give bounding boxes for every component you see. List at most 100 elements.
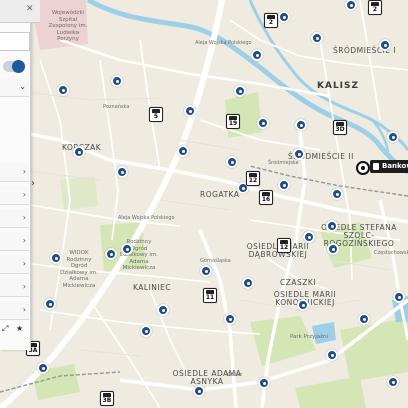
street-label: Poznańska [103,104,130,110]
bus-stop-marker[interactable] [200,265,212,277]
panel-row[interactable]: › [0,278,29,297]
bus-stop-marker[interactable] [293,148,305,160]
bus-stop-marker[interactable] [326,220,338,232]
bus-line-number: 3B [102,397,112,404]
bus-line-number: 2 [372,6,378,13]
chevron-right-icon: › [22,167,26,176]
bus-stop-marker[interactable] [258,377,270,389]
chevron-right-icon: › [22,213,26,222]
bus-line-number: 16 [261,196,271,203]
district-label: KALINIEC [133,283,172,292]
bus-line-number: 3D [335,126,345,133]
bus-vehicle-marker[interactable]: 3D [333,120,347,135]
bus-stop-marker[interactable] [157,304,169,316]
poi-label: Park Przyjaźni [289,334,329,340]
bus-stop-marker[interactable] [57,84,69,96]
bus-vehicle-marker[interactable]: 12 [277,238,291,253]
selected-stop-marker[interactable] [356,161,370,175]
bus-stop-marker[interactable] [326,349,338,361]
map-base-layer [0,0,408,408]
panel-row[interactable]: › [0,232,29,251]
poi-label: WIDOK Rodzinny Ogród Działkowy im. Adama… [59,250,99,289]
bus-stop-marker[interactable] [177,145,189,157]
bus-vehicle-marker[interactable]: 11 [203,288,217,303]
bus-stop-marker[interactable] [278,179,290,191]
bus-stop-marker[interactable] [73,146,85,158]
selected-stop-label[interactable]: Bankowa [370,160,408,173]
fullscreen-icon[interactable]: ⤢ [2,324,8,334]
chevron-right-icon: › [22,236,26,245]
bus-stop-marker[interactable] [257,117,269,129]
close-icon[interactable]: ✕ [26,4,34,14]
chevron-right-icon: › [22,259,26,268]
street-label: Śródmiejska [268,160,299,166]
bus-stop-marker[interactable] [303,231,315,243]
bus-stop-marker[interactable] [111,75,123,87]
bus-vehicle-marker[interactable]: 12 [246,171,260,186]
bus-line-number: 2 [268,19,274,26]
street-label: Częstochowska [374,250,408,256]
bus-stop-marker[interactable] [193,385,205,397]
bus-stop-marker[interactable] [393,291,405,303]
side-panel: ✕ ⌄ › › › › › › › ⤢ ★ [0,0,40,350]
bus-vehicle-marker[interactable]: 16 [259,190,273,205]
bus-stop-marker[interactable] [327,243,339,255]
panel-row[interactable]: › [0,163,29,182]
poi-label: Wojewódzki Szpital Zespolony im. Ludwika… [48,10,88,42]
bus-stop-marker[interactable] [295,119,307,131]
chevron-right-icon: › [22,190,26,199]
panel-row[interactable]: › [0,186,29,205]
layer-toggle[interactable] [3,60,25,73]
bus-stop-marker[interactable] [184,105,196,117]
bus-stop-marker[interactable] [140,325,152,337]
bus-stop-marker[interactable] [297,299,309,311]
city-label: KALISZ [317,81,360,91]
expand-icon[interactable]: › [31,178,35,189]
bus-stop-marker[interactable] [379,39,391,51]
bus-stop-marker[interactable] [224,313,236,325]
bus-stop-marker[interactable] [121,243,133,255]
bus-stop-marker[interactable] [226,156,238,168]
chevron-right-icon: › [22,305,26,314]
bus-line-number: 19 [228,120,238,127]
bus-stop-marker[interactable] [116,166,128,178]
bus-stop-marker[interactable] [37,362,49,374]
bus-stop-marker[interactable] [242,277,254,289]
district-label: ROGATKA [200,190,240,199]
street-label: Aleja Wojska Polskiego [195,40,252,46]
bus-line-number: 12 [248,177,258,184]
chevron-down-icon: ⌄ [19,82,26,91]
search-input[interactable] [0,32,30,51]
bus-stop-marker[interactable] [44,298,56,310]
poi-label: Kalisz [226,372,242,378]
district-label: CZASZKI [280,278,317,287]
panel-row[interactable]: › [0,209,29,228]
bus-line-number: 12 [279,244,289,251]
bus-vehicle-marker[interactable]: 2 [264,13,278,28]
panel-row[interactable]: ⌄ [0,78,29,97]
bus-stop-marker[interactable] [331,188,343,200]
panel-row[interactable]: › [0,255,29,274]
bus-stop-marker[interactable] [387,131,399,143]
street-label: Górnośląska [200,258,231,264]
bus-stop-marker[interactable] [251,49,263,61]
bus-stop-marker[interactable] [105,248,117,260]
bus-stop-marker[interactable] [311,32,323,44]
bus-vehicle-marker[interactable]: 5 [149,107,163,122]
bus-vehicle-marker[interactable]: 3B [100,391,114,406]
bus-stop-marker[interactable] [387,376,399,388]
star-icon[interactable]: ★ [16,324,23,333]
map-canvas[interactable]: ŚRÓDMIEŚCIE IŚRÓDMIEŚCIE IIKORCZAKROGATK… [0,0,408,408]
bus-stop-marker[interactable] [234,85,246,97]
panel-header: ✕ [0,0,40,23]
street-label: Aleja Wojska Polskiego [118,215,175,221]
bus-vehicle-marker[interactable]: 2 [368,0,382,15]
bus-stop-marker[interactable] [50,252,62,264]
bus-line-number: 11 [205,294,215,301]
bus-stop-marker[interactable] [358,313,370,325]
chevron-right-icon: › [22,282,26,291]
bus-vehicle-marker[interactable]: 19 [226,114,240,129]
bus-stop-marker[interactable] [278,11,290,23]
bus-line-number: 5 [153,113,159,120]
panel-row[interactable]: › [0,301,29,320]
